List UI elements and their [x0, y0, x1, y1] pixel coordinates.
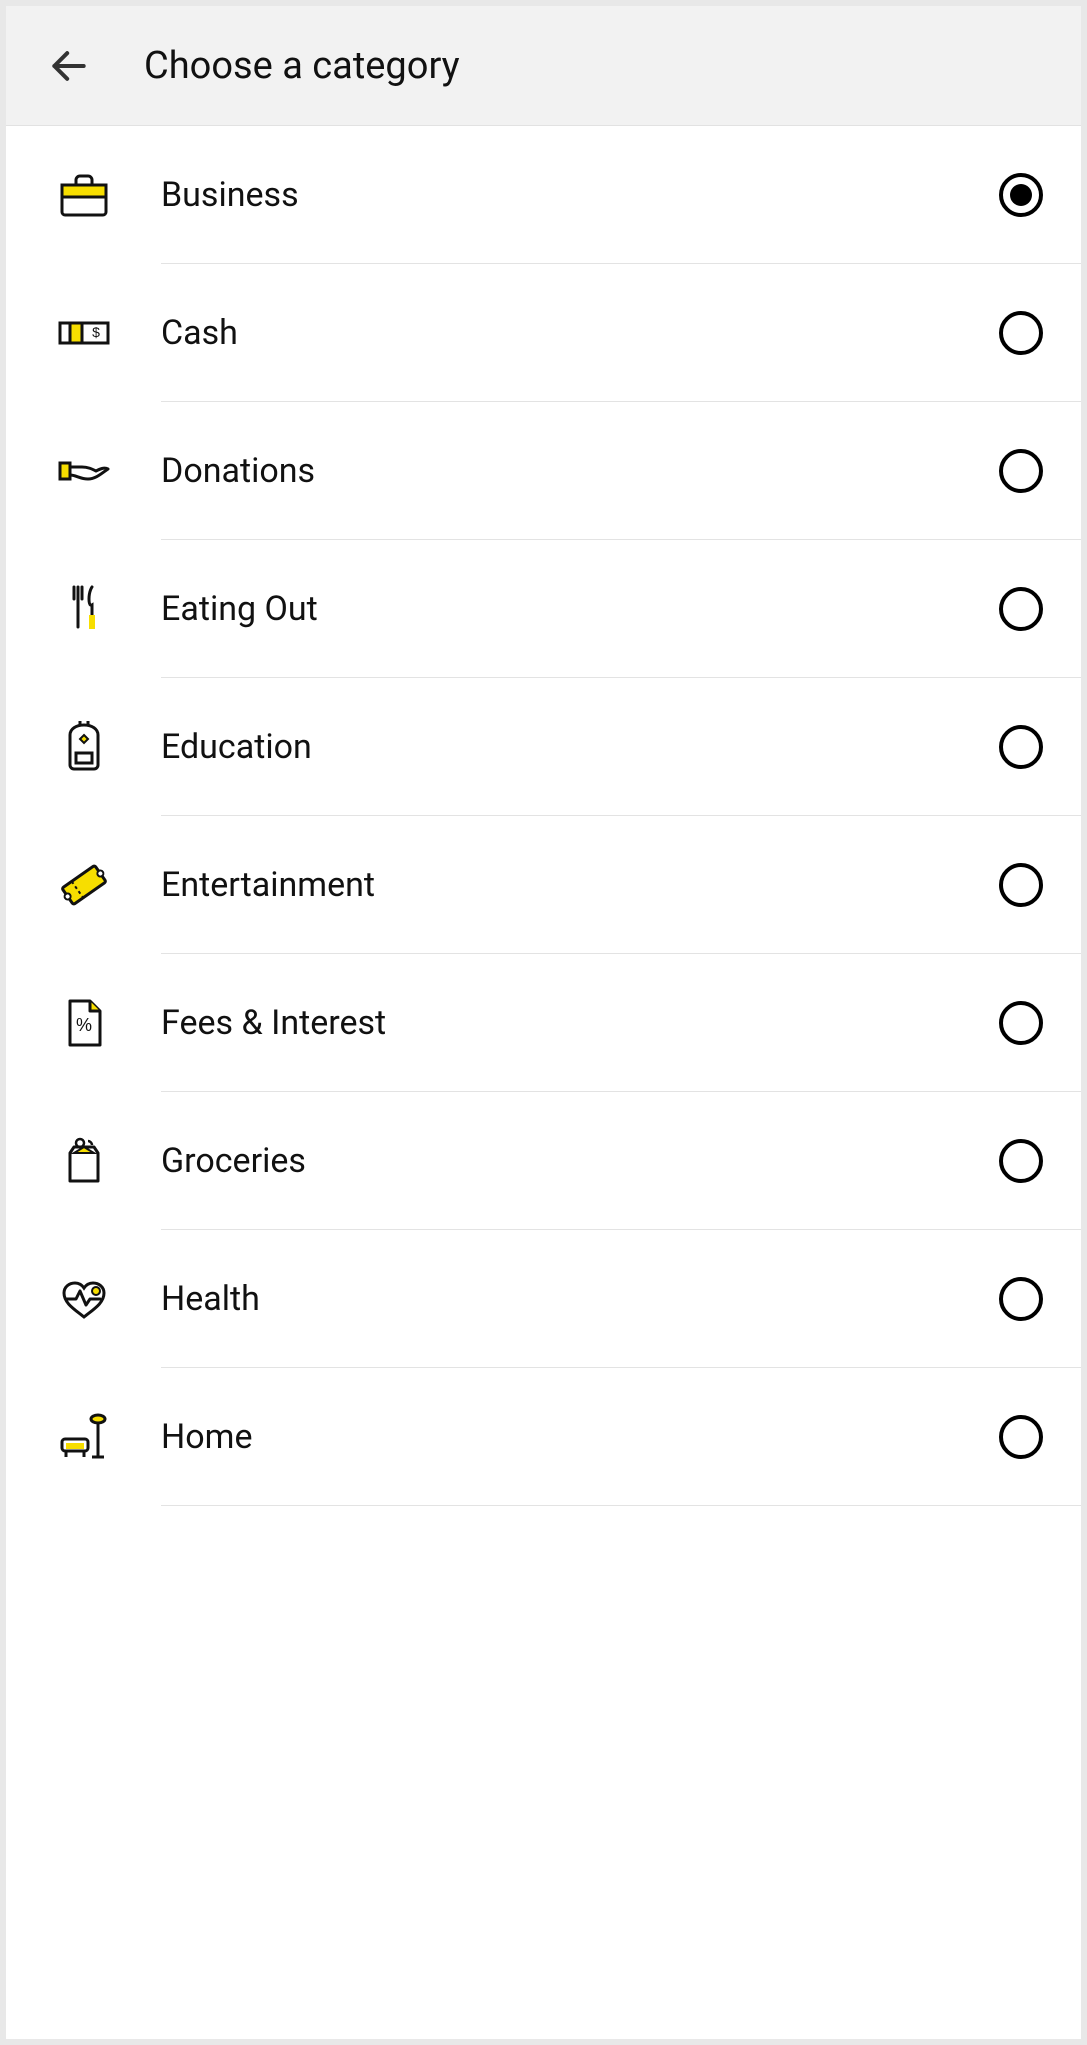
category-label: Cash: [161, 313, 961, 353]
back-button[interactable]: [44, 41, 94, 91]
category-row-health[interactable]: Health: [6, 1230, 1081, 1368]
radio-button[interactable]: [999, 1277, 1043, 1321]
category-label: Groceries: [161, 1141, 961, 1181]
radio-cell: [961, 725, 1081, 769]
category-label: Business: [161, 175, 961, 215]
radio-cell: [961, 1001, 1081, 1045]
category-label: Donations: [161, 451, 961, 491]
category-label: Home: [161, 1417, 961, 1457]
hand-coin-icon: [52, 439, 116, 503]
icon-cell: [6, 577, 161, 641]
svg-text:$: $: [92, 324, 100, 340]
radio-cell: [961, 863, 1081, 907]
icon-cell: [6, 163, 161, 227]
icon-cell: [6, 1405, 161, 1469]
page-title: Choose a category: [144, 44, 460, 88]
radio-button[interactable]: [999, 311, 1043, 355]
arrow-left-icon: [47, 44, 91, 88]
backpack-icon: [52, 715, 116, 779]
furniture-icon: [52, 1405, 116, 1469]
radio-button[interactable]: [999, 587, 1043, 631]
svg-text:%: %: [75, 1015, 91, 1035]
radio-button[interactable]: [999, 1001, 1043, 1045]
icon-cell: [6, 1129, 161, 1193]
icon-cell: [6, 439, 161, 503]
category-row-home[interactable]: Home: [6, 1368, 1081, 1506]
header-bar: Choose a category: [6, 6, 1081, 126]
radio-cell: [961, 311, 1081, 355]
icon-cell: [6, 1267, 161, 1331]
icon-cell: $: [6, 301, 161, 365]
cash-icon: $: [52, 301, 116, 365]
radio-button[interactable]: [999, 725, 1043, 769]
heartbeat-icon: [52, 1267, 116, 1331]
radio-cell: [961, 1277, 1081, 1321]
radio-cell: [961, 587, 1081, 631]
category-label: Education: [161, 727, 961, 767]
category-label: Health: [161, 1279, 961, 1319]
category-row-education[interactable]: Education: [6, 678, 1081, 816]
radio-button[interactable]: [999, 1415, 1043, 1459]
percent-doc-icon: %: [52, 991, 116, 1055]
ticket-icon: [52, 853, 116, 917]
radio-button[interactable]: [999, 863, 1043, 907]
category-row-donations[interactable]: Donations: [6, 402, 1081, 540]
category-label: Fees & Interest: [161, 1003, 961, 1043]
fork-knife-icon: [52, 577, 116, 641]
category-row-business[interactable]: Business: [6, 126, 1081, 264]
briefcase-icon: [52, 163, 116, 227]
icon-cell: %: [6, 991, 161, 1055]
category-row-fees[interactable]: % Fees & Interest: [6, 954, 1081, 1092]
radio-cell: [961, 1415, 1081, 1459]
radio-button[interactable]: [999, 449, 1043, 493]
category-label: Entertainment: [161, 865, 961, 905]
category-list: Business $ Cash: [6, 126, 1081, 1506]
category-label: Eating Out: [161, 589, 961, 629]
divider: [161, 1505, 1081, 1506]
grocery-bag-icon: [52, 1129, 116, 1193]
radio-cell: [961, 173, 1081, 217]
radio-cell: [961, 1139, 1081, 1183]
radio-button[interactable]: [999, 1139, 1043, 1183]
category-row-cash[interactable]: $ Cash: [6, 264, 1081, 402]
icon-cell: [6, 853, 161, 917]
radio-selected-dot: [1010, 184, 1032, 206]
radio-cell: [961, 449, 1081, 493]
category-screen: Choose a category Business: [6, 6, 1081, 2039]
category-row-groceries[interactable]: Groceries: [6, 1092, 1081, 1230]
icon-cell: [6, 715, 161, 779]
category-row-entertainment[interactable]: Entertainment: [6, 816, 1081, 954]
category-row-eating-out[interactable]: Eating Out: [6, 540, 1081, 678]
radio-button[interactable]: [999, 173, 1043, 217]
